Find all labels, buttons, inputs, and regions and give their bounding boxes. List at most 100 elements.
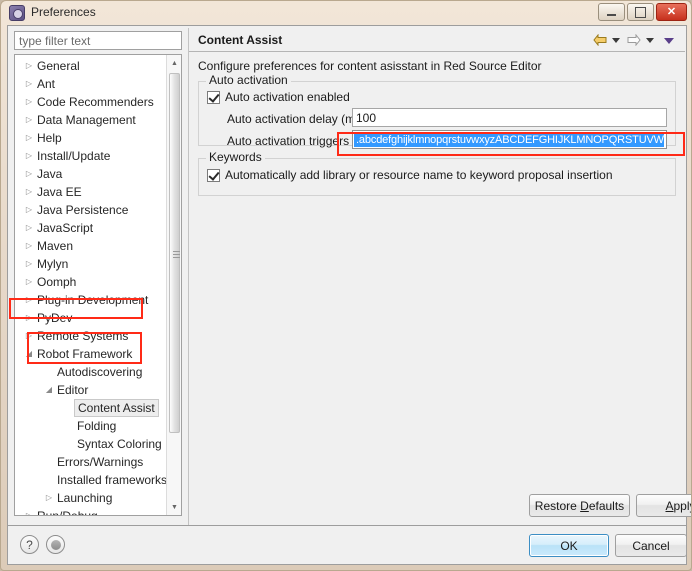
sidebar-item-label: Autodiscovering: [57, 365, 143, 379]
sidebar-item-syntax-coloring[interactable]: Syntax Coloring: [15, 435, 167, 453]
page-description: Configure preferences for content asisst…: [198, 59, 542, 73]
maximize-icon[interactable]: [627, 3, 654, 21]
sidebar-item-label: Editor: [57, 383, 89, 397]
sidebar-item-remote-systems[interactable]: ▷ Remote Systems: [15, 327, 167, 345]
group-border-left: [199, 81, 206, 82]
sidebar-item-java[interactable]: ▷ Java: [15, 165, 167, 183]
scroll-down-icon[interactable]: ▼: [167, 499, 181, 515]
scroll-up-icon[interactable]: ▲: [167, 55, 181, 71]
ok-button[interactable]: OK: [529, 534, 609, 557]
sidebar-item-label: Java EE: [37, 185, 82, 199]
sidebar-item-oomph[interactable]: ▷ Oomph: [15, 273, 167, 291]
sidebar-item-run-debug[interactable]: ▷ Run/Debug: [15, 507, 167, 515]
sidebar-item-launching[interactable]: ▷ Launching: [15, 489, 167, 507]
chevron-right-icon[interactable]: ▷: [23, 111, 35, 129]
sidebar-item-code-recommenders[interactable]: ▷ Code Recommenders: [15, 93, 167, 111]
auto-add-library-checkbox[interactable]: Automatically add library or resource na…: [207, 168, 613, 182]
chevron-right-icon[interactable]: ▷: [23, 147, 35, 165]
forward-arrow-icon[interactable]: [627, 34, 641, 46]
chevron-down-icon[interactable]: ◢: [23, 345, 35, 363]
keywords-legend: Keywords: [206, 150, 265, 164]
view-menu-caret-icon[interactable]: [664, 38, 674, 44]
auto-activation-enabled-checkbox[interactable]: Auto activation enabled: [207, 90, 350, 104]
page-title: Content Assist: [198, 33, 283, 47]
chevron-right-icon[interactable]: ▷: [23, 57, 35, 75]
sidebar-item-label: Folding: [77, 419, 117, 433]
chevron-right-icon[interactable]: ▷: [23, 291, 35, 309]
auto-activation-delay-label: Auto activation delay (ms): [227, 112, 366, 126]
chevron-right-icon[interactable]: ▷: [43, 489, 55, 507]
chevron-right-icon[interactable]: ▷: [23, 309, 35, 327]
cancel-button[interactable]: Cancel: [615, 534, 687, 557]
auto-activation-triggers-input[interactable]: .abcdefghijklmnopqrstuvwxyzABCDEFGHIJKLM…: [352, 130, 667, 149]
chevron-right-icon[interactable]: ▷: [23, 183, 35, 201]
restore-defaults-label-post: efaults: [588, 498, 625, 513]
sidebar-item-mylyn[interactable]: ▷ Mylyn: [15, 255, 167, 273]
help-question-icon[interactable]: ?: [20, 535, 39, 554]
minimize-icon[interactable]: [598, 3, 625, 21]
chevron-right-icon[interactable]: ▷: [23, 507, 35, 515]
chevron-right-icon[interactable]: ▷: [23, 129, 35, 147]
apply-label-post: pply: [673, 498, 692, 513]
preferences-tree[interactable]: ▷ General ▷ Ant ▷ Code Recommenders ▷ Data Mana…: [14, 54, 182, 516]
sidebar-item-javascript[interactable]: ▷ JavaScript: [15, 219, 167, 237]
sidebar-item-java-ee[interactable]: ▷ Java EE: [15, 183, 167, 201]
apply-mnemonic: A: [665, 498, 674, 513]
sidebar-item-pydev[interactable]: ▷ PyDev: [15, 309, 167, 327]
close-icon[interactable]: ✕: [656, 3, 687, 21]
chevron-right-icon[interactable]: ▷: [23, 327, 35, 345]
scrollbar-thumb[interactable]: [169, 73, 180, 433]
content-header: Content Assist: [189, 28, 685, 52]
sidebar-item-plug-in-development[interactable]: ▷ Plug-in Development: [15, 291, 167, 309]
sidebar-item-label: Ant: [37, 77, 56, 91]
back-arrow-icon[interactable]: [593, 34, 607, 46]
sidebar-item-install-update[interactable]: ▷ Install/Update: [15, 147, 167, 165]
back-dropdown-caret-icon[interactable]: [612, 38, 620, 43]
chevron-right-icon[interactable]: ▷: [23, 219, 35, 237]
sidebar-item-content-assist[interactable]: Content Assist: [15, 399, 167, 417]
sidebar-item-label: Data Management: [37, 113, 136, 127]
sidebar-item-editor[interactable]: ◢ Editor: [15, 381, 167, 399]
sidebar-item-java-persistence[interactable]: ▷ Java Persistence: [15, 201, 167, 219]
sidebar-item-help[interactable]: ▷ Help: [15, 129, 167, 147]
sidebar-item-data-management[interactable]: ▷ Data Management: [15, 111, 167, 129]
chevron-right-icon[interactable]: ▷: [23, 165, 35, 183]
sidebar-item-label: Install/Update: [37, 149, 111, 163]
sidebar-item-robot-framework[interactable]: ◢ Robot Framework: [15, 345, 167, 363]
sidebar-item-installed-frameworks[interactable]: Installed frameworks: [15, 471, 167, 489]
apply-and-close-icon[interactable]: [46, 535, 65, 554]
chevron-down-icon[interactable]: ◢: [43, 381, 55, 399]
sidebar-item-autodiscovering[interactable]: Autodiscovering: [15, 363, 167, 381]
sidebar-item-label: Errors/Warnings: [57, 455, 144, 469]
sidebar-item-label: PyDev: [37, 311, 73, 325]
dialog-footer: ? OK Cancel: [7, 525, 687, 565]
sidebar-item-label: Launching: [57, 491, 113, 505]
tree-scrollbar[interactable]: ▲ ▼: [166, 55, 181, 515]
chevron-right-icon[interactable]: ▷: [23, 273, 35, 291]
sidebar-item-errors-warnings[interactable]: Errors/Warnings: [15, 453, 167, 471]
sidebar-item-label: Plug-in Development: [37, 293, 149, 307]
restore-defaults-button[interactable]: Restore Defaults: [529, 494, 630, 517]
auto-activation-enabled-label: Auto activation enabled: [225, 90, 350, 104]
window-title: Preferences: [31, 5, 96, 19]
apply-button[interactable]: Apply: [636, 494, 692, 517]
sidebar-item-maven[interactable]: ▷ Maven: [15, 237, 167, 255]
chevron-right-icon[interactable]: ▷: [23, 237, 35, 255]
scrollbar-grip-icon: [173, 251, 180, 258]
sidebar-item-general[interactable]: ▷ General: [15, 57, 167, 75]
window-title-bar[interactable]: Preferences ✕: [1, 1, 691, 24]
sidebar-item-label: Remote Systems: [37, 329, 129, 343]
auto-activation-delay-input[interactable]: [352, 108, 667, 127]
sidebar-item-label: JavaScript: [37, 221, 94, 235]
forward-dropdown-caret-icon[interactable]: [646, 38, 654, 43]
chevron-right-icon[interactable]: ▷: [23, 75, 35, 93]
sidebar-item-label: Syntax Coloring: [77, 437, 162, 451]
chevron-right-icon[interactable]: ▷: [23, 93, 35, 111]
sidebar-item-folding[interactable]: Folding: [15, 417, 167, 435]
sidebar-item-ant[interactable]: ▷ Ant: [15, 75, 167, 93]
chevron-right-icon[interactable]: ▷: [23, 255, 35, 273]
preferences-app-icon: [9, 5, 25, 21]
chevron-right-icon[interactable]: ▷: [23, 201, 35, 219]
filter-input[interactable]: [14, 31, 182, 50]
sidebar-item-label: General: [37, 59, 80, 73]
